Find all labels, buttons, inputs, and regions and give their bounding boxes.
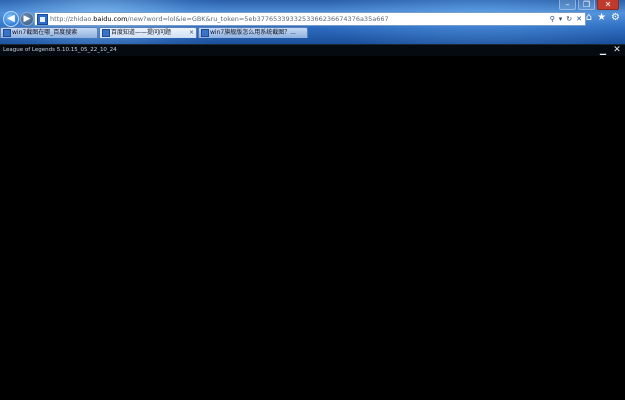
- tab-favicon-icon: [102, 29, 110, 37]
- tab-label: 百度知道——提问问题: [111, 29, 172, 36]
- game-content-area[interactable]: [0, 56, 625, 400]
- dropdown-icon[interactable]: ▾: [559, 13, 563, 25]
- tab-baidu-zhidao-ask[interactable]: 百度知道——提问问题 ×: [99, 27, 197, 38]
- close-window-button[interactable]: ✕: [597, 0, 619, 10]
- tab-favicon-icon: [201, 29, 209, 37]
- restore-window-button[interactable]: ❐: [578, 0, 595, 10]
- window-controls: – ❐ ✕: [559, 0, 619, 10]
- game-close-button[interactable]: ✕: [612, 45, 622, 56]
- page-icon: [37, 14, 48, 25]
- stop-icon[interactable]: ✕: [576, 13, 582, 25]
- tab-close-icon[interactable]: ×: [189, 28, 194, 38]
- game-minimize-button[interactable]: ▁: [598, 45, 608, 56]
- browser-chrome: – ❐ ✕ ◀ ▶ http://zhidao.baidu.com/new?wo…: [0, 0, 625, 44]
- favorites-star-icon[interactable]: ★: [597, 11, 606, 25]
- search-icon[interactable]: ⚲: [550, 13, 555, 25]
- game-window-title: League of Legends 5.10.15_05_22_10_24: [3, 47, 117, 53]
- tab-win7-screenshot-search[interactable]: win7截图在哪_百度搜索: [0, 27, 98, 38]
- home-icon[interactable]: ⌂: [586, 11, 592, 25]
- forward-button[interactable]: ▶: [20, 12, 34, 26]
- browser-toolbar-right: ⌂ ★ ⚙: [586, 11, 620, 25]
- tab-label: win7截图在哪_百度搜索: [12, 29, 78, 36]
- tab-win7-ultimate-screenshot[interactable]: win7旗舰版怎么用系统截图？...: [198, 27, 308, 38]
- forward-arrow-icon: ▶: [23, 14, 31, 24]
- refresh-icon[interactable]: ↻: [566, 13, 572, 25]
- tab-favicon-icon: [3, 29, 11, 37]
- tab-label: win7旗舰版怎么用系统截图？...: [210, 29, 296, 36]
- back-button[interactable]: ◀: [3, 11, 19, 27]
- address-bar[interactable]: http://zhidao.baidu.com/new?word=lol&ie=…: [34, 12, 586, 26]
- game-window-titlebar: League of Legends 5.10.15_05_22_10_24 ▁ …: [0, 44, 625, 56]
- address-tools: ⚲ ▾ ↻ ✕: [550, 13, 582, 25]
- back-arrow-icon: ◀: [7, 13, 15, 24]
- address-url[interactable]: http://zhidao.baidu.com/new?word=lol&ie=…: [50, 13, 490, 25]
- tools-gear-icon[interactable]: ⚙: [611, 11, 620, 25]
- tab-strip: win7截图在哪_百度搜索 百度知道——提问问题 × win7旗舰版怎么用系统截…: [0, 27, 309, 38]
- minimize-window-button[interactable]: –: [559, 0, 576, 10]
